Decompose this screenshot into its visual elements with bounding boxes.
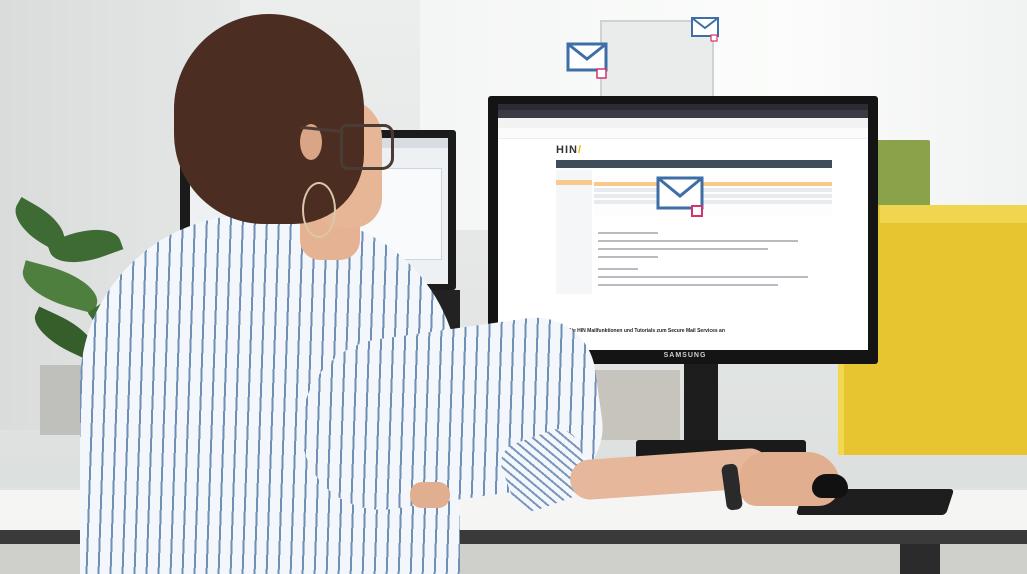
text-line [598,240,798,242]
photo-scene: HIN/ Die HIN Mailfunktionen und Tutorial… [0,0,1027,574]
person-left-hand [410,482,450,508]
mail-row-selected [594,182,832,186]
mail-row [594,194,832,198]
browser-tabs [498,110,868,118]
floating-mail-lock-icon [566,42,610,85]
notice-bar [498,128,868,139]
text-line [598,268,638,270]
hin-logo-text: HIN [556,144,578,156]
floating-mail-lock-icon-small [690,16,720,47]
glasses [340,124,394,170]
footer-heading: Die HIN Mailfunktionen und Tutorials zum… [568,328,725,334]
text-line [598,248,768,250]
yellow-cabinet-top [880,205,1027,223]
leaf [16,260,104,314]
hin-logo-slash: / [577,144,583,156]
mail-row [594,188,832,192]
computer-mouse [812,474,848,498]
hoop-earring [302,182,336,238]
main-monitor-screen: HIN/ Die HIN Mailfunktionen und Tutorial… [498,104,868,350]
text-line [598,256,658,258]
screen-mail-lock-icon [656,176,706,225]
monitor-brand: SAMSUNG [663,352,707,359]
monitor-neck [684,364,718,444]
mail-lock-icon [566,42,608,79]
mail-lock-icon [656,176,704,217]
mail-preview [594,222,832,294]
webmail-nav-bar [556,160,832,168]
text-line [598,232,658,234]
folder-pane [556,170,592,294]
mail-row [594,200,832,204]
text-line [598,276,808,278]
desk-leg [900,544,940,574]
hin-logo: HIN/ [556,144,582,156]
mail-lock-icon [691,17,719,42]
mail-list [594,176,832,216]
text-line [598,284,778,286]
person-hair [174,14,364,224]
folder-selected [556,180,592,185]
